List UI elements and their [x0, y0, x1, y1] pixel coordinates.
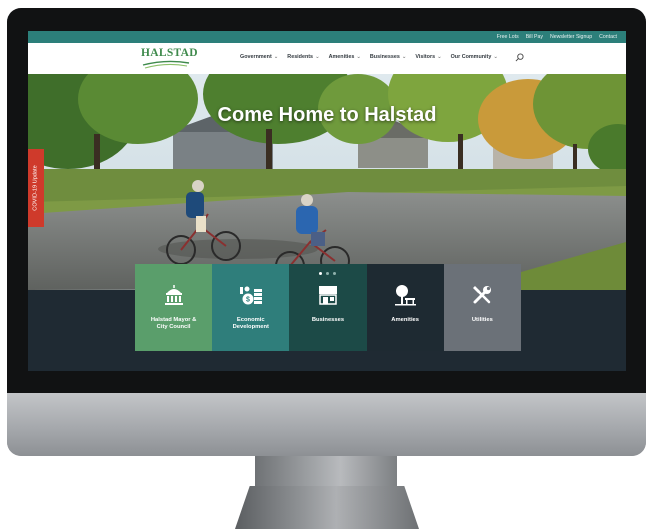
- chevron-down-icon: ⌄: [356, 54, 361, 60]
- hero-banner: Come Home to Halstad COVID-19 Update: [28, 74, 626, 290]
- nav-menu: Government ⌄ Residents ⌄ Amenities ⌄ Busine…: [240, 54, 498, 60]
- tile-mayor-city-council[interactable]: Halstad Mayor & City Council: [135, 264, 213, 351]
- quick-link-tiles: Halstad Mayor & City Council $ Economic …: [135, 264, 521, 351]
- tile-businesses[interactable]: Businesses: [289, 264, 367, 351]
- contact-link[interactable]: Contact: [599, 34, 617, 40]
- covid-update-tab[interactable]: COVID-19 Update: [28, 149, 44, 227]
- logo-wordmark: HALSTAD: [141, 47, 198, 59]
- tile-mayor-city-council-label: Halstad Mayor & City Council: [150, 317, 197, 330]
- website-screen: Free Lots Bill Pay Newsletter Signup Con…: [28, 31, 626, 371]
- utility-bar: Free Lots Bill Pay Newsletter Signup Con…: [28, 31, 626, 43]
- covid-update-label: COVID-19 Update: [33, 165, 39, 211]
- tile-utilities-label: Utilities: [471, 317, 493, 323]
- nav-our-community[interactable]: Our Community ⌄: [451, 54, 498, 60]
- tile-amenities-label: Amenities: [391, 317, 420, 323]
- chevron-down-icon: ⌄: [273, 54, 279, 60]
- money-growth-icon: $: [238, 282, 264, 308]
- monitor-stand-base: [235, 486, 419, 529]
- nav-visitors-label: Visitors: [415, 54, 436, 60]
- nav-government[interactable]: Government ⌄: [240, 54, 278, 60]
- tree-bench-icon: [392, 282, 418, 308]
- monitor-mockup: Free Lots Bill Pay Newsletter Signup Con…: [0, 0, 653, 529]
- nav-government-label: Government: [240, 54, 272, 60]
- carousel-dots[interactable]: [319, 272, 337, 275]
- site-logo[interactable]: HALSTAD: [141, 47, 198, 71]
- search-icon[interactable]: [515, 53, 524, 62]
- chevron-down-icon: ⌄: [401, 54, 407, 60]
- monitor-chin: [7, 393, 646, 456]
- nav-businesses[interactable]: Businesses ⌄: [370, 54, 407, 60]
- chevron-down-icon: ⌄: [315, 54, 320, 60]
- logo-swoosh-icon: [142, 60, 190, 69]
- chevron-down-icon: ⌄: [493, 54, 498, 60]
- monitor-stand-neck: [255, 456, 397, 486]
- newsletter-signup-link[interactable]: Newsletter Signup: [550, 34, 592, 40]
- nav-visitors[interactable]: Visitors ⌄: [415, 54, 441, 60]
- tools-icon: [469, 282, 495, 308]
- tile-economic-development-label: Economic Development: [232, 317, 269, 330]
- storefront-icon: [315, 282, 341, 308]
- tile-utilities[interactable]: Utilities: [443, 264, 521, 351]
- hero-title: Come Home to Halstad: [217, 104, 437, 126]
- nav-residents-label: Residents: [287, 54, 314, 60]
- tile-businesses-label: Businesses: [311, 317, 345, 323]
- nav-amenities-label: Amenities: [328, 54, 355, 60]
- tile-economic-development[interactable]: $ Economic Development: [212, 264, 290, 351]
- free-lots-link[interactable]: Free Lots: [497, 34, 519, 40]
- nav-businesses-label: Businesses: [369, 54, 400, 60]
- svg-text:$: $: [246, 297, 250, 304]
- nav-our-community-label: Our Community: [450, 54, 492, 60]
- nav-amenities[interactable]: Amenities ⌄: [329, 54, 361, 60]
- bill-pay-link[interactable]: Bill Pay: [526, 34, 543, 40]
- capitol-building-icon: [161, 282, 187, 308]
- tile-amenities[interactable]: Amenities: [366, 264, 444, 351]
- main-navigation: HALSTAD Government ⌄ Residents ⌄ Amenities…: [28, 43, 626, 74]
- chevron-down-icon: ⌄: [437, 54, 442, 60]
- nav-residents[interactable]: Residents ⌄: [287, 54, 319, 60]
